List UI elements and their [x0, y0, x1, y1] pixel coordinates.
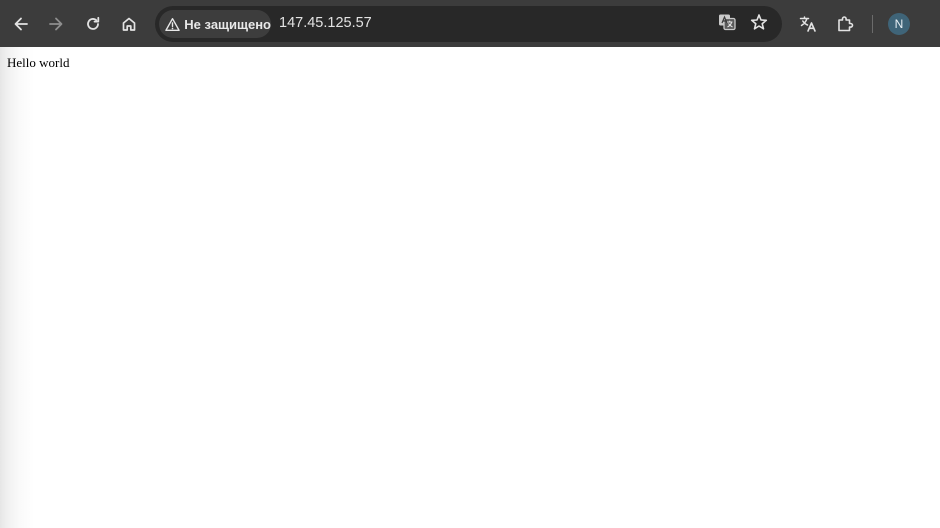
page-translate-button[interactable] — [713, 10, 741, 38]
page-content: Hello world — [0, 47, 940, 528]
arrow-right-icon — [47, 15, 65, 33]
url-text[interactable]: 147.45.125.57 — [279, 15, 372, 31]
reload-button[interactable] — [77, 8, 109, 40]
content-edge-shadow — [0, 47, 34, 528]
star-icon — [750, 13, 768, 36]
security-label: Не защищено — [184, 16, 271, 32]
translate-extension-button[interactable] — [792, 8, 824, 40]
security-chip[interactable]: Не защищено — [159, 10, 271, 38]
address-bar[interactable]: Не защищено 147.45.125.57 — [155, 6, 782, 42]
profile-initial: N — [894, 17, 904, 31]
home-icon — [120, 15, 138, 33]
translate-icon — [799, 15, 817, 33]
extensions-button[interactable] — [829, 8, 861, 40]
puzzle-icon — [836, 15, 854, 33]
back-button[interactable] — [5, 8, 37, 40]
google-translate-icon — [717, 12, 737, 37]
home-button[interactable] — [113, 8, 145, 40]
reload-icon — [84, 15, 102, 33]
toolbar-divider — [872, 15, 873, 33]
profile-avatar[interactable]: N — [888, 13, 910, 35]
forward-button[interactable] — [40, 8, 72, 40]
browser-toolbar: Не защищено 147.45.125.57 N — [0, 0, 940, 47]
warning-triangle-icon — [165, 16, 180, 32]
bookmark-button[interactable] — [745, 10, 773, 38]
arrow-left-icon — [12, 15, 30, 33]
page-body-text: Hello world — [7, 55, 70, 70]
